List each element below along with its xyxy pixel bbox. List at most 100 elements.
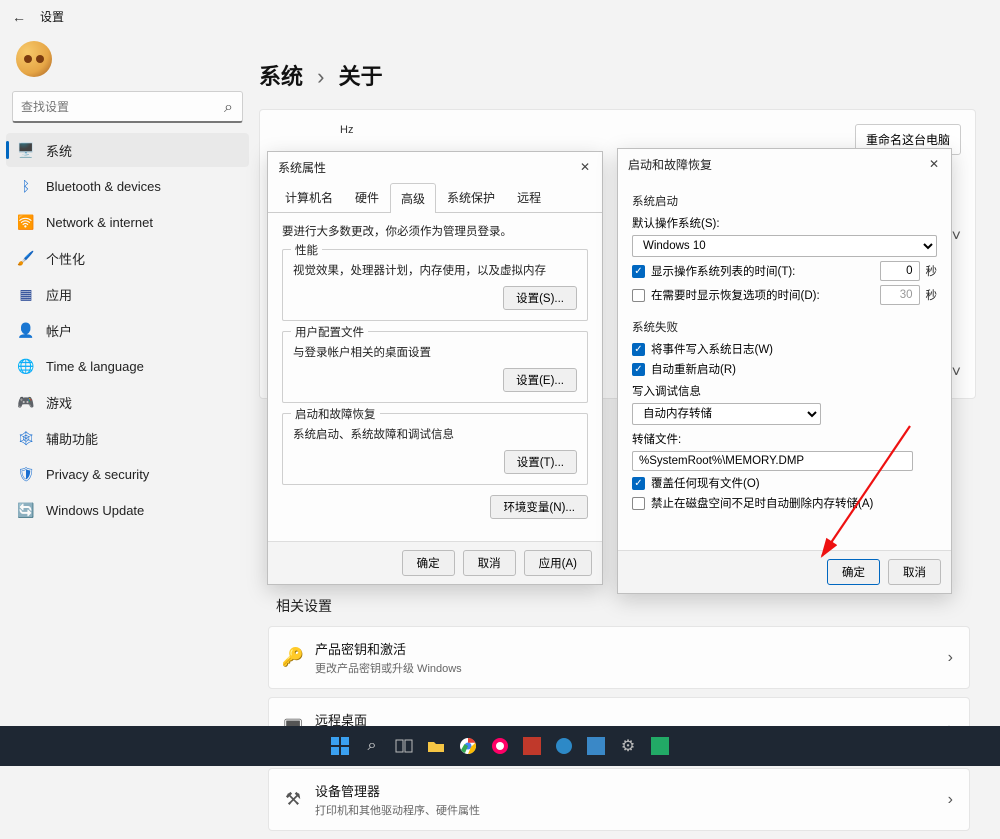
search-input[interactable]: [12, 91, 243, 123]
startup-recovery-dialog: 启动和故障恢复 ✕ 系统启动 默认操作系统(S): Windows 10 ✓ 显…: [617, 148, 952, 594]
debug-dump-select[interactable]: 自动内存转储: [632, 403, 821, 425]
perf-settings-button[interactable]: 设置(S)...: [503, 286, 577, 310]
env-vars-button[interactable]: 环境变量(N)...: [490, 495, 588, 519]
profile-group-title: 用户配置文件: [291, 324, 368, 340]
breadcrumb-root[interactable]: 系统: [259, 64, 303, 89]
app-icon-2[interactable]: [520, 734, 544, 758]
dump-file-label: 转储文件:: [632, 431, 681, 447]
show-recovery-checkbox[interactable]: [632, 289, 645, 302]
sidebar-item-8[interactable]: 🕸辅助功能: [6, 421, 249, 455]
show-os-seconds-input[interactable]: [880, 261, 920, 281]
sidebar-item-label: Time & language: [46, 359, 144, 374]
related-sub: 更改产品密钥或升级 Windows: [315, 660, 462, 676]
nav-icon: 🔄: [18, 502, 34, 518]
app-icon-1[interactable]: [488, 734, 512, 758]
chevron-right-icon: ›: [948, 791, 953, 809]
close-icon[interactable]: ✕: [925, 155, 943, 173]
settings-taskbar-icon[interactable]: ⚙: [616, 734, 640, 758]
sysprops-tab-3[interactable]: 系统保护: [436, 182, 506, 212]
perf-group-title: 性能: [291, 242, 322, 258]
sidebar-item-7[interactable]: 🎮 游戏: [6, 385, 249, 419]
sysprops-tab-2[interactable]: 高级: [390, 183, 436, 213]
system-properties-dialog: 系统属性 ✕ 计算机名硬件高级系统保护远程 要进行大多数更改，你必须作为管理员登…: [267, 151, 603, 585]
breadcrumb-leaf: 关于: [339, 64, 383, 89]
sidebar-item-4[interactable]: ▦ 应用: [6, 277, 249, 311]
show-os-list-checkbox[interactable]: ✓: [632, 265, 645, 278]
startup-settings-button[interactable]: 设置(T)...: [504, 450, 577, 474]
hz-label: Hz: [340, 124, 353, 136]
sidebar-item-1[interactable]: ᛒBluetooth & devices: [6, 169, 249, 203]
overwrite-checkbox[interactable]: ✓: [632, 477, 645, 490]
sidebar-item-label: Privacy & security: [46, 467, 149, 482]
sidebar-item-label: Network & internet: [46, 215, 153, 230]
nav-icon: 🌐: [18, 358, 34, 374]
start-icon[interactable]: [328, 734, 352, 758]
sidebar-item-0[interactable]: 🖥️ 系统: [6, 133, 249, 167]
perf-group-desc: 视觉效果，处理器计划，内存使用，以及虚拟内存: [293, 262, 577, 278]
sysprops-cancel-button[interactable]: 取消: [463, 550, 516, 576]
related-icon: ⚒: [285, 792, 301, 808]
chrome-icon[interactable]: [456, 734, 480, 758]
sidebar-item-5[interactable]: 👤帐户: [6, 313, 249, 347]
write-event-checkbox[interactable]: ✓: [632, 343, 645, 356]
recov-ok-button[interactable]: 确定: [827, 559, 880, 585]
profile-settings-button[interactable]: 设置(E)...: [503, 368, 577, 392]
sidebar-item-2[interactable]: 🛜Network & internet: [6, 205, 249, 239]
user-avatar[interactable]: [16, 41, 52, 77]
sysprops-tab-1[interactable]: 硬件: [344, 182, 390, 212]
startup-group-title: 启动和故障恢复: [291, 406, 380, 422]
task-view-icon[interactable]: [392, 734, 416, 758]
sysprops-apply-button[interactable]: 应用(A): [524, 550, 592, 576]
related-header: 相关设置: [276, 596, 970, 616]
sidebar-item-label: 游戏: [46, 393, 72, 412]
nav-icon: 🖌️: [18, 250, 34, 266]
no-delete-checkbox[interactable]: [632, 497, 645, 510]
related-card-2[interactable]: ⚒设备管理器打印机和其他驱动程序、硬件属性›: [268, 768, 970, 831]
sidebar-item-label: 系统: [46, 141, 72, 160]
sidebar-item-label: 帐户: [46, 321, 72, 340]
sidebar-item-10[interactable]: 🔄Windows Update: [6, 493, 249, 527]
nav-icon: 🖥️: [18, 142, 34, 158]
auto-restart-checkbox[interactable]: ✓: [632, 363, 645, 376]
default-os-label: 默认操作系统(S):: [632, 215, 720, 231]
sidebar-item-3[interactable]: 🖌️ 个性化: [6, 241, 249, 275]
sidebar-item-6[interactable]: 🌐 Time & language: [6, 349, 249, 383]
show-recovery-label: 在需要时显示恢复选项的时间(D):: [651, 287, 874, 303]
breadcrumb: 系统 › 关于: [259, 59, 976, 91]
close-icon[interactable]: ✕: [576, 158, 594, 176]
recov-cancel-button[interactable]: 取消: [888, 559, 941, 585]
sysprops-tab-0[interactable]: 计算机名: [274, 182, 344, 212]
nav-icon: 🛡: [18, 466, 34, 482]
sidebar-item-label: 辅助功能: [46, 429, 98, 448]
related-title: 设备管理器: [315, 781, 480, 800]
sysprops-ok-button[interactable]: 确定: [402, 550, 455, 576]
show-recovery-seconds-input: [880, 285, 920, 305]
profile-group-desc: 与登录帐户相关的桌面设置: [293, 344, 577, 360]
dialog-title: 启动和故障恢复: [628, 156, 712, 173]
default-os-select[interactable]: Windows 10: [632, 235, 937, 257]
app-icon-4[interactable]: [584, 734, 608, 758]
search-taskbar-icon[interactable]: ⌕: [360, 734, 384, 758]
sidebar-item-label: Bluetooth & devices: [46, 179, 161, 194]
nav-icon: ▦: [18, 286, 34, 302]
startup-group-desc: 系统启动、系统故障和调试信息: [293, 426, 577, 442]
explorer-icon[interactable]: [424, 734, 448, 758]
sidebar: ⌕ 🖥️系统ᛒBluetooth & devices🛜Network & int…: [0, 33, 255, 763]
taskbar: ⌕ ⚙: [0, 726, 1000, 766]
admin-note: 要进行大多数更改，你必须作为管理员登录。: [282, 223, 588, 239]
nav-icon: 🎮: [18, 394, 34, 410]
sysprops-tab-4[interactable]: 远程: [506, 182, 552, 212]
failure-section-header: 系统失败: [632, 319, 937, 335]
window-title: 设置: [40, 8, 64, 25]
sidebar-item-9[interactable]: 🛡 Privacy & security: [6, 457, 249, 491]
app-icon-5[interactable]: [648, 734, 672, 758]
boot-section-header: 系统启动: [632, 193, 937, 209]
dump-file-input[interactable]: [632, 451, 913, 471]
sidebar-item-label: 个性化: [46, 249, 85, 268]
related-title: 产品密钥和激活: [315, 639, 462, 658]
app-icon-3[interactable]: [552, 734, 576, 758]
related-icon: 🔑: [285, 650, 301, 666]
back-icon[interactable]: ←: [12, 9, 26, 25]
related-card-0[interactable]: 🔑产品密钥和激活更改产品密钥或升级 Windows›: [268, 626, 970, 689]
sidebar-item-label: 应用: [46, 285, 72, 304]
